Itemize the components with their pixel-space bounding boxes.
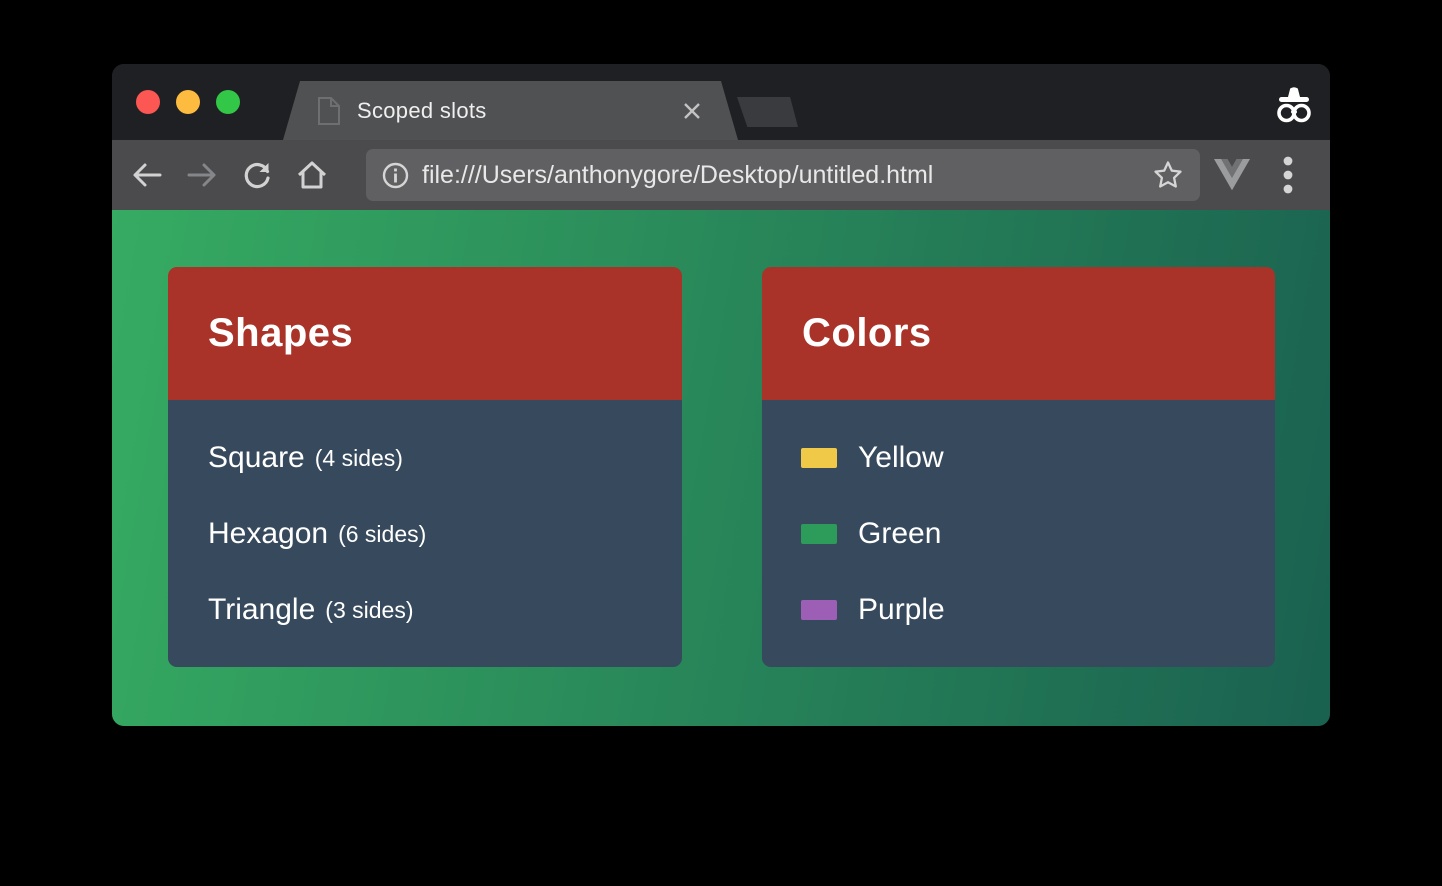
list-item: Square (4 sides) [168,420,682,496]
url-text[interactable]: file:///Users/anthonygore/Desktop/untitl… [422,161,1148,190]
arrow-right-icon [187,163,216,187]
item-name: Yellow [858,441,944,474]
colors-card-title: Colors [802,311,932,355]
list-item: Yellow [762,420,1275,496]
kebab-menu-icon [1283,156,1293,194]
tab-title: Scoped slots [357,97,487,123]
shapes-card-body: Square (4 sides) Hexagon (6 sides) Trian… [168,400,682,667]
address-bar[interactable]: file:///Users/anthonygore/Desktop/untitl… [366,149,1200,201]
color-swatch [801,448,837,468]
item-detail: (3 sides) [325,596,414,623]
page-favicon-icon [316,96,342,126]
item-name: Hexagon [208,517,329,550]
vue-devtools-button[interactable] [1208,148,1256,202]
item-name: Purple [858,593,945,626]
traffic-minimize-button[interactable] [176,90,200,114]
tab-close-button[interactable] [680,99,704,123]
list-item: Hexagon (6 sides) [168,496,682,572]
reload-button[interactable] [235,148,279,202]
item-name: Triangle [208,593,316,626]
back-button[interactable] [125,148,169,202]
screenshot-stage: Scoped slots file:///Users/anthonygore/D… [0,0,1442,886]
list-item: Green [762,496,1275,572]
navigation-toolbar: file:///Users/anthonygore/Desktop/untitl… [112,140,1330,210]
close-icon [683,102,701,120]
item-name: Square [208,441,305,474]
item-detail: (4 sides) [314,444,403,471]
forward-button[interactable] [180,148,224,202]
item-detail: (6 sides) [338,520,427,547]
incognito-icon [1272,84,1316,126]
home-icon [297,161,327,189]
item-name: Green [858,517,942,550]
colors-card: Colors Yellow Green Purple [762,267,1275,667]
traffic-zoom-button[interactable] [216,90,240,114]
color-swatch [801,600,837,620]
reload-icon [244,162,270,189]
arrow-left-icon [133,163,162,187]
color-swatch [801,524,837,544]
bookmark-button[interactable] [1148,153,1188,197]
info-icon[interactable] [382,162,409,189]
colors-card-header: Colors [762,267,1275,400]
browser-tab[interactable]: Scoped slots [283,81,738,140]
star-icon [1154,161,1182,188]
traffic-close-button[interactable] [136,90,160,114]
list-item: Purple [762,572,1275,648]
page-content: Shapes Square (4 sides) Hexagon (6 sides… [112,210,1330,726]
colors-card-body: Yellow Green Purple [762,400,1275,667]
shapes-card-header: Shapes [168,267,682,400]
shapes-card: Shapes Square (4 sides) Hexagon (6 sides… [168,267,682,667]
traffic-lights [136,90,240,114]
shapes-card-title: Shapes [208,311,354,355]
new-tab-button[interactable] [737,97,798,127]
tab-strip: Scoped slots [112,64,1330,140]
vue-devtools-icon [1214,159,1250,191]
home-button[interactable] [290,148,334,202]
browser-window: Scoped slots file:///Users/anthonygore/D… [112,64,1330,726]
list-item: Triangle (3 sides) [168,572,682,648]
menu-button[interactable] [1264,148,1312,202]
